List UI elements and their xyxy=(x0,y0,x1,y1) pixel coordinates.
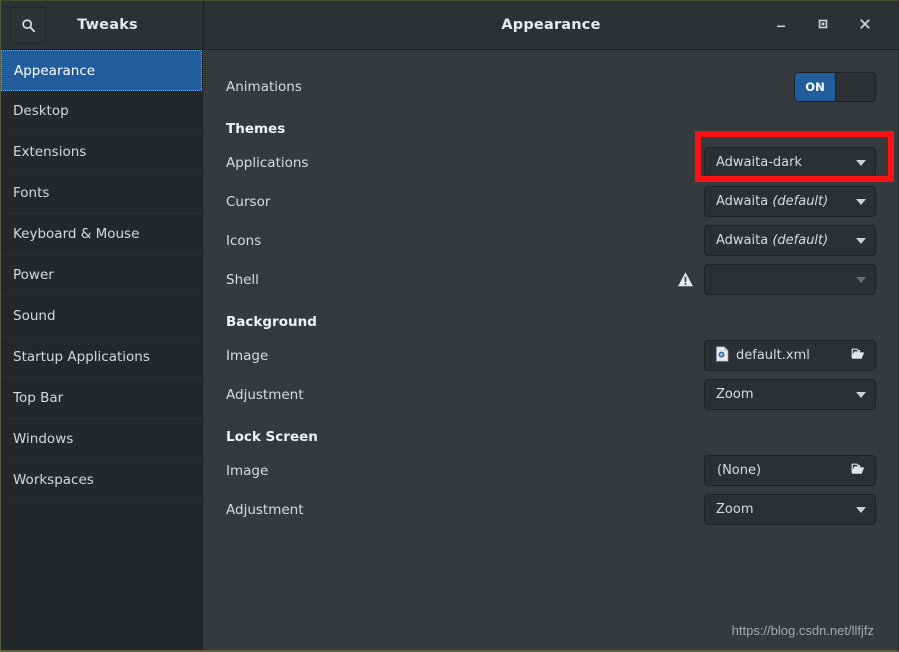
xml-file-icon xyxy=(715,345,730,366)
shell-theme-combobox[interactable] xyxy=(704,264,876,295)
sidebar-item-windows[interactable]: Windows xyxy=(1,419,202,460)
sidebar-item-sound[interactable]: Sound xyxy=(1,296,202,337)
lockscreen-image-control: (None) xyxy=(704,455,876,486)
lockscreen-adjustment-control: Zoom xyxy=(704,494,876,525)
search-icon xyxy=(21,18,36,33)
icons-theme-control: Adwaita (default) xyxy=(704,225,876,256)
animations-toggle[interactable]: ON xyxy=(794,71,876,102)
row-lockscreen-adjustment: Adjustment Zoom xyxy=(226,490,876,529)
header-left-pane: Tweaks xyxy=(1,1,204,49)
row-shell-theme: Shell xyxy=(226,260,876,299)
cursor-theme-control: Adwaita (default) xyxy=(704,186,876,217)
background-image-control: default.xml xyxy=(704,340,876,371)
sidebar-item-label: Top Bar xyxy=(13,390,64,406)
close-button[interactable] xyxy=(854,14,876,36)
background-image-label: Image xyxy=(226,347,269,364)
chevron-down-icon xyxy=(856,237,866,244)
shell-theme-label: Shell xyxy=(226,271,259,288)
sidebar-item-label: Sound xyxy=(13,308,56,324)
tweaks-window: Tweaks Appearance Appearance Desktop Ext… xyxy=(0,0,899,652)
animations-control: ON xyxy=(794,71,876,102)
sidebar-item-label: Fonts xyxy=(13,185,50,201)
settings-panel: Animations ON Themes Applications Adwait… xyxy=(203,50,898,650)
section-title-lock-screen: Lock Screen xyxy=(226,429,318,445)
cursor-theme-label: Cursor xyxy=(226,193,271,210)
animations-label: Animations xyxy=(226,78,302,95)
chevron-down-icon xyxy=(856,276,866,283)
lockscreen-adjustment-label: Adjustment xyxy=(226,501,304,518)
row-cursor-theme: Cursor Adwaita (default) xyxy=(226,182,876,221)
window-body: Appearance Desktop Extensions Fonts Keyb… xyxy=(1,50,898,650)
sidebar-item-label: Workspaces xyxy=(13,472,94,488)
row-lockscreen-image: Image (None) xyxy=(226,451,876,490)
row-background-adjustment: Adjustment Zoom xyxy=(226,375,876,414)
chevron-down-icon xyxy=(856,198,866,205)
sidebar-item-fonts[interactable]: Fonts xyxy=(1,173,202,214)
chevron-down-icon xyxy=(856,506,866,513)
animations-toggle-track xyxy=(836,72,875,101)
warning-icon xyxy=(677,271,694,288)
chevron-down-icon xyxy=(856,159,866,166)
folder-open-icon xyxy=(850,346,866,366)
sidebar-item-workspaces[interactable]: Workspaces xyxy=(1,460,202,501)
background-adjustment-control: Zoom xyxy=(704,379,876,410)
sidebar-item-label: Desktop xyxy=(13,103,69,119)
sidebar-item-keyboard-mouse[interactable]: Keyboard & Mouse xyxy=(1,214,202,255)
applications-theme-combobox[interactable]: Adwaita-dark xyxy=(704,147,876,178)
window-controls xyxy=(770,14,898,36)
applications-theme-value: Adwaita-dark xyxy=(716,155,802,170)
background-image-filename: default.xml xyxy=(736,348,810,363)
header-bar: Tweaks Appearance xyxy=(1,1,898,50)
cursor-theme-value: Adwaita (default) xyxy=(716,194,829,209)
sidebar-item-power[interactable]: Power xyxy=(1,255,202,296)
lockscreen-adjustment-combobox[interactable]: Zoom xyxy=(704,494,876,525)
sidebar-item-extensions[interactable]: Extensions xyxy=(1,132,202,173)
sidebar-item-label: Startup Applications xyxy=(13,349,150,365)
background-adjustment-label: Adjustment xyxy=(226,386,304,403)
app-title: Tweaks xyxy=(77,17,138,33)
watermark-text: https://blog.csdn.net/llfjfz xyxy=(731,623,874,638)
lockscreen-image-filechooser[interactable]: (None) xyxy=(704,455,876,486)
header-right-pane: Appearance xyxy=(204,1,898,49)
minimize-button[interactable] xyxy=(770,14,792,36)
lockscreen-adjustment-value: Zoom xyxy=(716,502,754,517)
sidebar-item-label: Power xyxy=(13,267,54,283)
minimize-icon xyxy=(774,16,788,35)
chevron-down-icon xyxy=(856,391,866,398)
background-adjustment-combobox[interactable]: Zoom xyxy=(704,379,876,410)
row-applications-theme: Applications Adwaita-dark xyxy=(226,143,876,182)
sidebar-item-label: Windows xyxy=(13,431,74,447)
background-adjustment-value: Zoom xyxy=(716,387,754,402)
sidebar-item-label: Extensions xyxy=(13,144,87,160)
folder-open-icon xyxy=(850,461,866,481)
lockscreen-image-label: Image xyxy=(226,462,269,479)
row-icons-theme: Icons Adwaita (default) xyxy=(226,221,876,260)
sidebar: Appearance Desktop Extensions Fonts Keyb… xyxy=(1,50,203,650)
maximize-icon xyxy=(816,16,830,35)
sidebar-item-appearance[interactable]: Appearance xyxy=(1,50,202,91)
sidebar-item-label: Keyboard & Mouse xyxy=(13,226,140,242)
icons-theme-combobox[interactable]: Adwaita (default) xyxy=(704,225,876,256)
sidebar-item-desktop[interactable]: Desktop xyxy=(1,91,202,132)
icons-theme-value: Adwaita (default) xyxy=(716,233,829,248)
section-title-themes: Themes xyxy=(226,121,286,137)
maximize-button[interactable] xyxy=(812,14,834,36)
sidebar-item-label: Appearance xyxy=(14,62,96,79)
section-title-background: Background xyxy=(226,314,317,330)
close-icon xyxy=(858,16,872,35)
row-animations: Animations ON xyxy=(226,67,876,106)
sidebar-item-startup-applications[interactable]: Startup Applications xyxy=(1,337,202,378)
applications-theme-control: Adwaita-dark xyxy=(704,147,876,178)
sidebar-item-top-bar[interactable]: Top Bar xyxy=(1,378,202,419)
lockscreen-image-filename: (None) xyxy=(717,463,762,478)
row-background-image: Image default.xml xyxy=(226,336,876,375)
shell-theme-control xyxy=(677,264,876,295)
icons-theme-label: Icons xyxy=(226,232,262,249)
animations-toggle-state: ON xyxy=(795,72,836,101)
cursor-theme-combobox[interactable]: Adwaita (default) xyxy=(704,186,876,217)
background-image-filechooser[interactable]: default.xml xyxy=(704,340,876,371)
applications-theme-label: Applications xyxy=(226,154,309,171)
search-button[interactable] xyxy=(10,7,46,43)
